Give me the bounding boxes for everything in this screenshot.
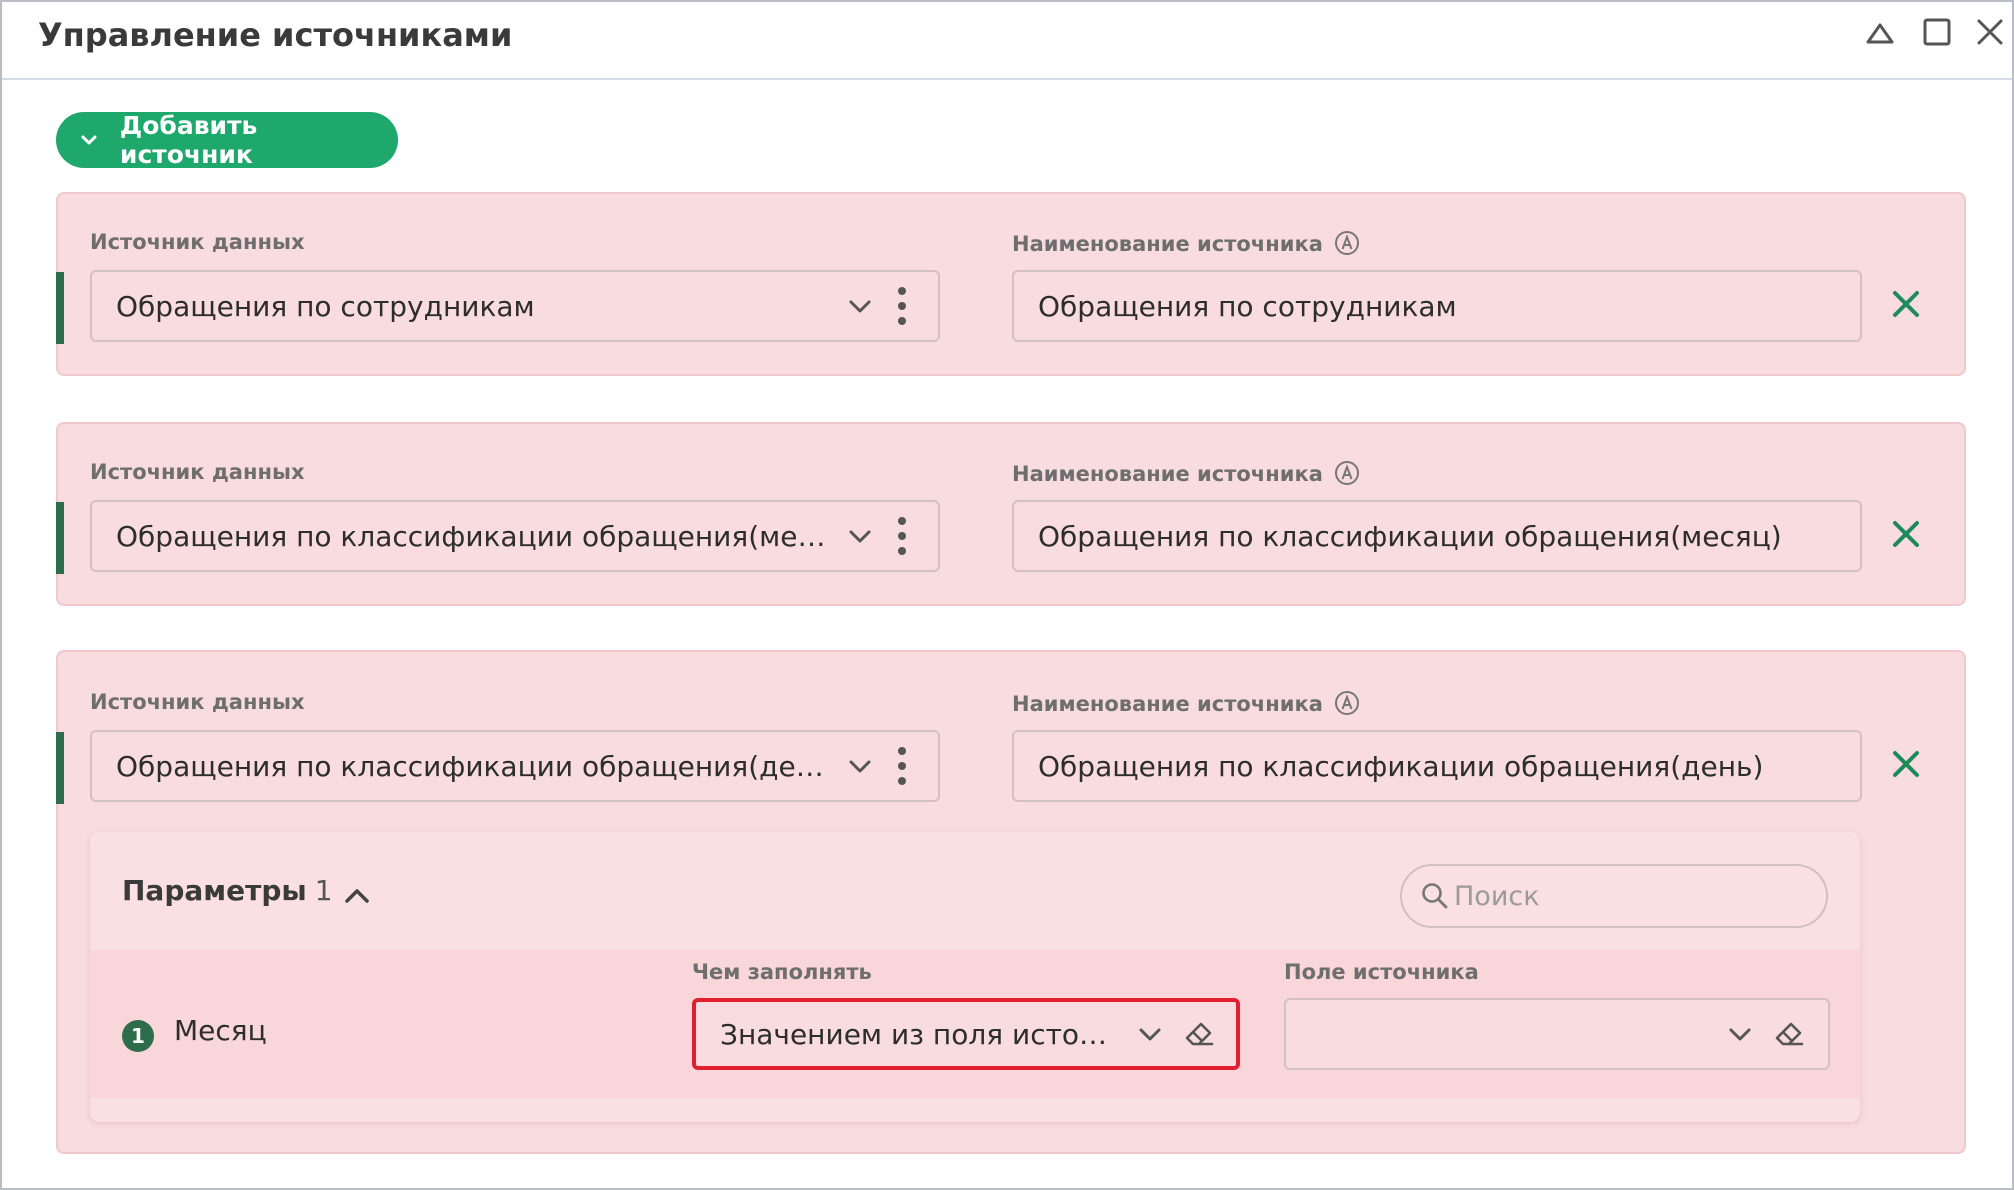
source-label: Источник данных xyxy=(90,690,305,714)
auto-name-icon[interactable] xyxy=(1334,460,1360,486)
source-select[interactable]: Обращения по классификации обращения(мес… xyxy=(90,500,940,572)
source-management-window: Управление источниками Добавить источник… xyxy=(0,0,2014,1190)
source-field-label: Поле источника xyxy=(1284,960,1479,984)
more-options-icon[interactable] xyxy=(897,516,907,556)
close-icon[interactable] xyxy=(1970,12,2010,52)
add-source-button[interactable]: Добавить источник xyxy=(56,111,398,169)
chevron-up-icon[interactable] xyxy=(342,882,372,908)
source-label: Источник данных xyxy=(90,460,305,484)
fill-with-select[interactable]: Значением из поля источн… xyxy=(692,998,1240,1070)
parameter-number-badge: 1 xyxy=(122,1020,154,1052)
chevron-down-icon[interactable] xyxy=(1136,1020,1164,1048)
source-select[interactable]: Обращения по сотрудникам xyxy=(90,270,940,342)
chevron-down-icon[interactable] xyxy=(846,522,874,550)
fill-with-label: Чем заполнять xyxy=(692,960,872,984)
source-name-label: Наименование источника xyxy=(1012,230,1360,256)
auto-name-icon[interactable] xyxy=(1334,690,1360,716)
source-card: Источник данных Обращения по сотрудникам… xyxy=(56,192,1966,376)
parameter-row: Чем заполнять Поле источника 1 Месяц Зна… xyxy=(90,950,1860,1098)
auto-name-icon[interactable] xyxy=(1334,230,1360,256)
remove-source-icon[interactable] xyxy=(1888,746,1924,782)
remove-source-icon[interactable] xyxy=(1888,286,1924,322)
remove-source-icon[interactable] xyxy=(1888,516,1924,552)
chevron-down-icon[interactable] xyxy=(846,292,874,320)
parameter-name: Месяц xyxy=(174,1014,267,1047)
source-select-value: Обращения по классификации обращения(мес… xyxy=(116,519,836,553)
source-name-label-text: Наименование источника xyxy=(1012,692,1323,716)
card-accent-bar xyxy=(56,272,64,344)
source-name-input[interactable]: Обращения по сотрудникам xyxy=(1012,270,1862,342)
more-options-icon[interactable] xyxy=(897,746,907,786)
source-select-value: Обращения по сотрудникам xyxy=(116,289,535,323)
parameters-count: 1 xyxy=(314,874,333,907)
parameters-panel: Параметры 1 Поиск Чем заполнять Поле исто… xyxy=(90,832,1860,1122)
parameters-header[interactable]: Параметры 1 xyxy=(122,874,333,907)
eraser-icon[interactable] xyxy=(1182,1016,1216,1050)
fill-with-value: Значением из поля источн… xyxy=(720,1017,1120,1051)
collapse-icon[interactable] xyxy=(1860,12,1900,52)
parameters-title: Параметры xyxy=(122,874,307,907)
card-accent-bar xyxy=(56,502,64,574)
source-field-select[interactable] xyxy=(1284,998,1830,1070)
search-icon xyxy=(1422,883,1448,909)
chevron-down-icon[interactable] xyxy=(1726,1020,1754,1048)
source-select[interactable]: Обращения по классификации обращения(ден… xyxy=(90,730,940,802)
source-select-value: Обращения по классификации обращения(ден… xyxy=(116,749,836,783)
search-placeholder: Поиск xyxy=(1454,880,1540,912)
add-source-label: Добавить источник xyxy=(119,111,258,169)
chevron-down-icon[interactable] xyxy=(846,752,874,780)
more-options-icon[interactable] xyxy=(897,286,907,326)
source-name-value: Обращения по классификации обращения(ден… xyxy=(1038,749,1764,783)
source-name-label: Наименование источника xyxy=(1012,460,1360,486)
maximize-icon[interactable] xyxy=(1916,12,1956,52)
source-name-value: Обращения по классификации обращения(мес… xyxy=(1038,519,1782,553)
parameters-search-input[interactable]: Поиск xyxy=(1400,864,1828,928)
source-name-value: Обращения по сотрудникам xyxy=(1038,289,1457,323)
source-name-input[interactable]: Обращения по классификации обращения(мес… xyxy=(1012,500,1862,572)
source-card: Источник данных Обращения по классификац… xyxy=(56,650,1966,1154)
title-bar: Управление источниками xyxy=(2,2,2012,80)
card-accent-bar xyxy=(56,732,64,804)
source-name-label-text: Наименование источника xyxy=(1012,232,1323,256)
source-label: Источник данных xyxy=(90,230,305,254)
chevron-down-icon xyxy=(81,135,97,145)
source-name-label: Наименование источника xyxy=(1012,690,1360,716)
source-name-input[interactable]: Обращения по классификации обращения(ден… xyxy=(1012,730,1862,802)
eraser-icon[interactable] xyxy=(1772,1016,1806,1050)
window-title: Управление источниками xyxy=(38,16,513,54)
source-name-label-text: Наименование источника xyxy=(1012,462,1323,486)
source-card: Источник данных Обращения по классификац… xyxy=(56,422,1966,606)
